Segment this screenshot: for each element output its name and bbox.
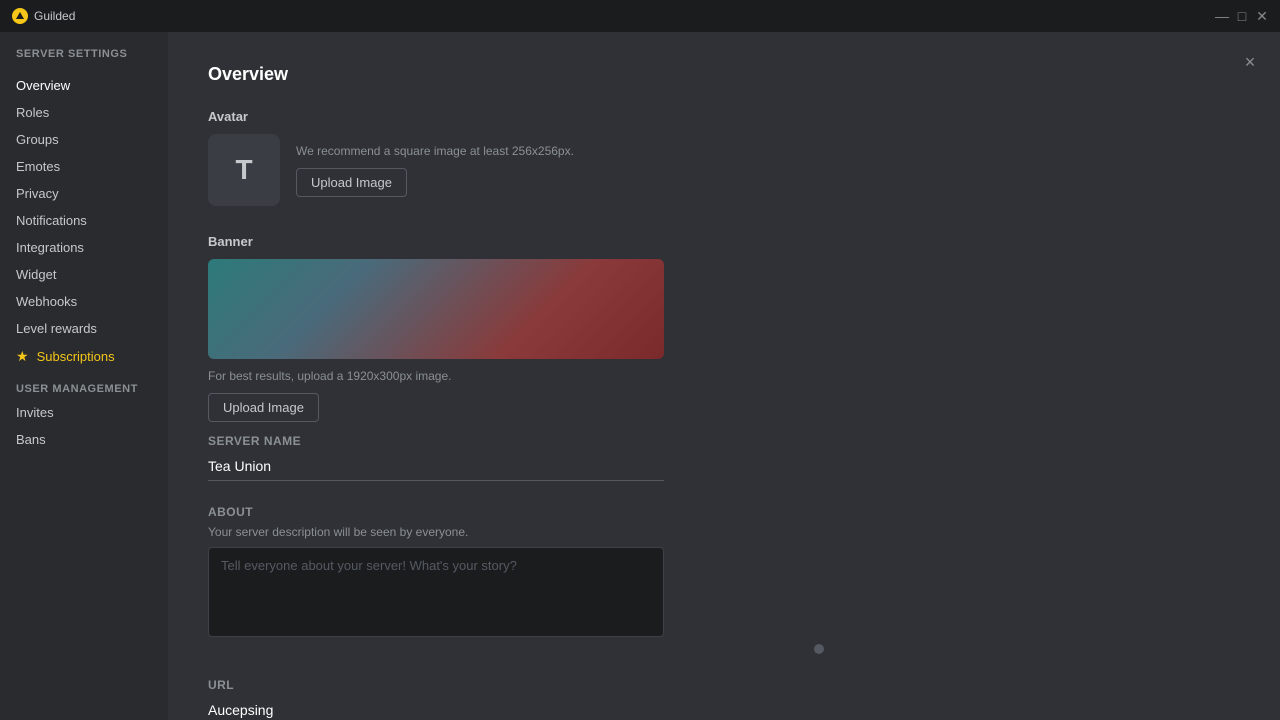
- avatar-hint: We recommend a square image at least 256…: [296, 144, 574, 158]
- sidebar-label-webhooks: Webhooks: [16, 294, 77, 309]
- sidebar-item-emotes[interactable]: Emotes: [0, 153, 168, 180]
- about-textarea[interactable]: [208, 547, 664, 637]
- sidebar-label-bans: Bans: [16, 432, 46, 447]
- sidebar-label-groups: Groups: [16, 132, 59, 147]
- content-inner: Overview × Avatar T We recommend a squar…: [168, 32, 868, 720]
- close-button[interactable]: ×: [1236, 48, 1264, 76]
- sidebar-item-level-rewards[interactable]: Level rewards: [0, 315, 168, 342]
- url-label: URL: [208, 678, 828, 692]
- sidebar-item-integrations[interactable]: Integrations: [0, 234, 168, 261]
- sidebar-item-bans[interactable]: Bans: [0, 426, 168, 453]
- sidebar-label-subscriptions: Subscriptions: [37, 349, 115, 364]
- avatar-label: Avatar: [208, 109, 828, 124]
- sidebar-item-groups[interactable]: Groups: [0, 126, 168, 153]
- sidebar-item-notifications[interactable]: Notifications: [0, 207, 168, 234]
- about-label: About: [208, 505, 828, 519]
- avatar-info: We recommend a square image at least 256…: [296, 144, 574, 197]
- sidebar: Server settings Overview Roles Groups Em…: [0, 32, 168, 720]
- server-name-input[interactable]: [208, 454, 664, 481]
- banner-upload-button[interactable]: Upload Image: [208, 393, 319, 422]
- banner-label: Banner: [208, 234, 828, 249]
- sidebar-label-privacy: Privacy: [16, 186, 59, 201]
- about-section: About Your server description will be se…: [208, 505, 828, 654]
- title-bar-left: Guilded: [12, 8, 75, 24]
- avatar-letter: T: [235, 154, 252, 186]
- sidebar-header: Server settings: [0, 48, 168, 72]
- app-title: Guilded: [34, 9, 75, 23]
- banner-area: For best results, upload a 1920x300px im…: [208, 259, 828, 422]
- star-icon: ★: [16, 348, 29, 365]
- sidebar-item-roles[interactable]: Roles: [0, 99, 168, 126]
- minimize-button[interactable]: —: [1216, 10, 1228, 22]
- sidebar-item-webhooks[interactable]: Webhooks: [0, 288, 168, 315]
- sidebar-item-subscriptions[interactable]: ★ Subscriptions: [0, 342, 168, 371]
- about-hint: Your server description will be seen by …: [208, 525, 828, 539]
- sidebar-item-widget[interactable]: Widget: [0, 261, 168, 288]
- avatar-section: T We recommend a square image at least 2…: [208, 134, 828, 206]
- sidebar-item-overview[interactable]: Overview: [0, 72, 168, 99]
- sidebar-label-widget: Widget: [16, 267, 56, 282]
- sidebar-item-privacy[interactable]: Privacy: [0, 180, 168, 207]
- sidebar-label-level-rewards: Level rewards: [16, 321, 97, 336]
- window-controls: — □ ✕: [1216, 10, 1268, 22]
- sidebar-item-invites[interactable]: Invites: [0, 399, 168, 426]
- server-name-section: Server name: [208, 434, 828, 481]
- banner-preview: [208, 259, 664, 359]
- maximize-button[interactable]: □: [1236, 10, 1248, 22]
- sidebar-label-integrations: Integrations: [16, 240, 84, 255]
- avatar-preview: T: [208, 134, 280, 206]
- window-close-button[interactable]: ✕: [1256, 10, 1268, 22]
- server-name-label: Server name: [208, 434, 828, 448]
- banner-hint: For best results, upload a 1920x300px im…: [208, 369, 828, 383]
- sidebar-label-invites: Invites: [16, 405, 54, 420]
- sidebar-label-emotes: Emotes: [16, 159, 60, 174]
- textarea-resize-handle: [208, 644, 828, 654]
- url-input[interactable]: [208, 698, 664, 720]
- resize-circle-icon: [814, 644, 824, 654]
- app-body: Server settings Overview Roles Groups Em…: [0, 32, 1280, 720]
- user-management-header: User management: [0, 371, 168, 399]
- sidebar-label-roles: Roles: [16, 105, 49, 120]
- title-bar: Guilded — □ ✕: [0, 0, 1280, 32]
- sidebar-label-notifications: Notifications: [16, 213, 87, 228]
- sidebar-label-overview: Overview: [16, 78, 70, 93]
- avatar-upload-button[interactable]: Upload Image: [296, 168, 407, 197]
- page-title: Overview: [208, 64, 828, 85]
- guilded-logo-icon: [12, 8, 28, 24]
- main-content: Overview × Avatar T We recommend a squar…: [168, 32, 1280, 720]
- url-section: URL Allows you to access your server at …: [208, 678, 828, 720]
